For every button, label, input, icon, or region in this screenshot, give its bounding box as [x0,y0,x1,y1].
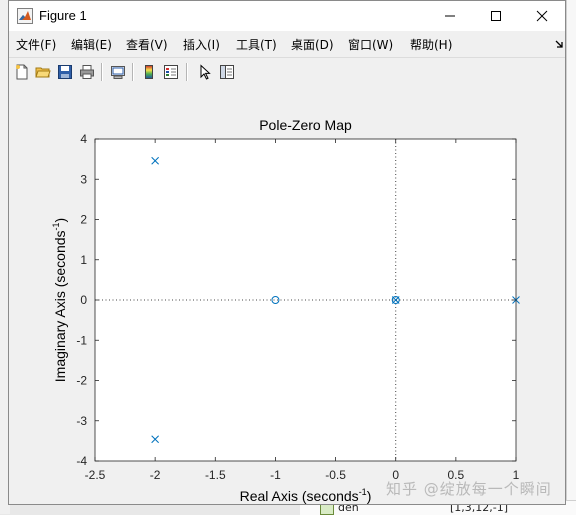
link-plot-icon[interactable] [108,62,128,82]
x-tick-label: -1.5 [205,468,226,482]
title-bar[interactable]: Figure 1 [9,1,565,31]
figure-canvas: -2.5 -2 -1.5 -1 -0.5 0 0.5 1 -4 -3 -2 -1 0 1 2 3 4 Pole-… [9,86,565,504]
x-tick-label: -1 [270,468,281,482]
maximize-button[interactable] [473,1,519,31]
minimize-button[interactable] [427,1,473,31]
menu-desktop[interactable]: 桌面(D) [291,36,334,53]
x-tick-label: -2.5 [85,468,106,482]
new-figure-icon[interactable] [12,62,32,82]
y-tick-label: -3 [76,414,87,428]
print-icon[interactable] [77,62,97,82]
y-tick-label: 4 [80,132,87,146]
pointer-icon[interactable] [195,62,215,82]
chart-title: Pole-Zero Map [259,117,352,133]
y-tick-label: 3 [80,172,87,186]
menu-window[interactable]: 窗口(W) [348,36,393,53]
x-tick-label: -2 [150,468,161,482]
legend-icon[interactable] [161,62,181,82]
menu-help[interactable]: 帮助(H) [410,36,452,53]
toolbar-separator [132,63,134,81]
save-icon[interactable] [55,62,75,82]
pole-zero-plot[interactable]: -2.5 -2 -1.5 -1 -0.5 0 0.5 1-4-3-2-101234 Pole-… [9,86,565,504]
property-editor-icon[interactable] [217,62,237,82]
menu-view[interactable]: 查看(V) [126,36,168,53]
y-axis-label: Imaginary Axis (seconds-1) [51,218,68,382]
y-tick-label: 0 [80,293,87,307]
open-file-icon[interactable] [33,62,53,82]
background-desktop-right [566,0,576,514]
menu-file[interactable]: 文件(F) [16,36,56,53]
figure-window: Figure 1 文件(F) 编辑(E) 查看(V) 插入(I) 工具(T) 桌… [8,0,566,505]
menu-tools[interactable]: 工具(T) [236,36,277,53]
watermark-text: 知乎 @绽放每一个瞬间 [386,480,552,498]
matlab-logo-icon [17,8,33,24]
window-title: Figure 1 [39,8,87,23]
menu-bar: 文件(F) 编辑(E) 查看(V) 插入(I) 工具(T) 桌面(D) 窗口(W… [9,32,565,56]
y-tick-label: -4 [76,454,87,468]
x-axis-label: Real Axis (seconds-1) [240,487,372,504]
y-tick-label: 2 [80,213,87,227]
close-button[interactable] [519,1,565,31]
y-tick-label: 1 [80,253,87,267]
menu-edit[interactable]: 编辑(E) [71,36,112,53]
toolbar-separator [186,63,188,81]
figure-toolbar [9,57,565,87]
y-tick-label: -1 [76,333,87,347]
y-tick-label: -2 [76,374,87,388]
menu-insert[interactable]: 插入(I) [183,36,220,53]
x-tick-label: -0.5 [325,468,346,482]
colorbar-icon[interactable] [139,62,159,82]
dock-arrow-icon[interactable] [555,38,565,51]
toolbar-separator [101,63,103,81]
